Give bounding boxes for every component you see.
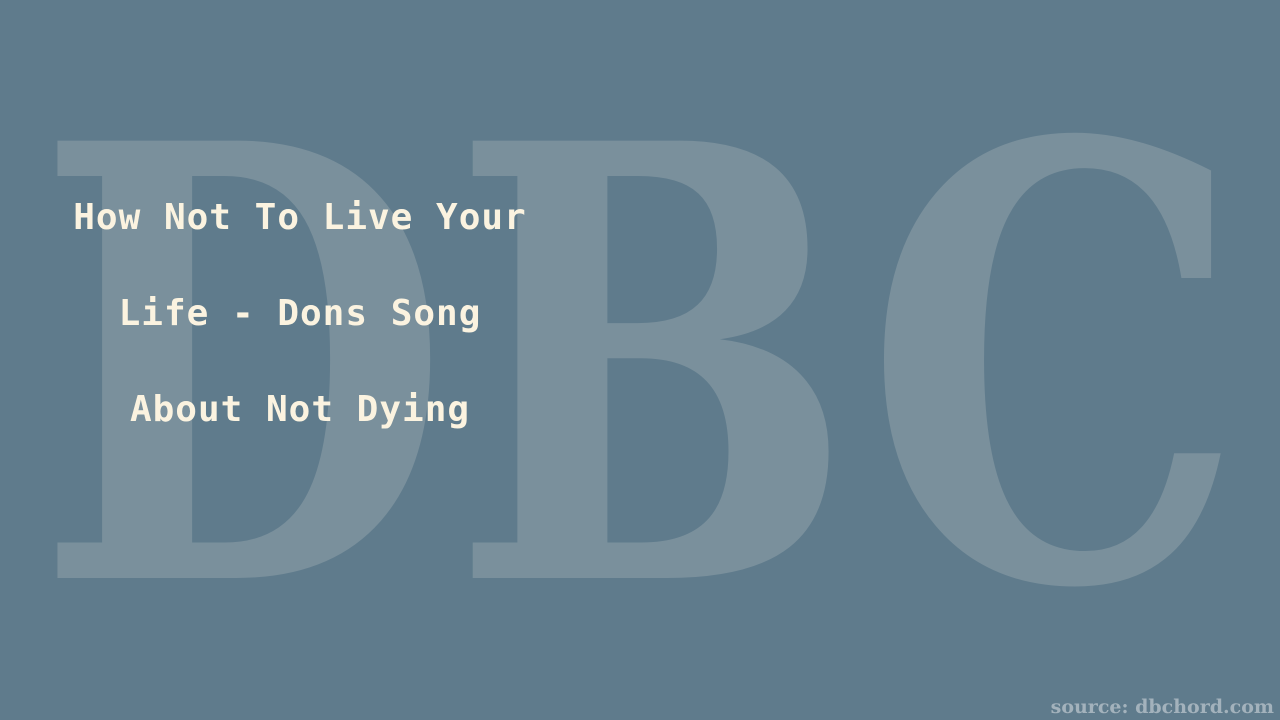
- source-credit: source: dbchord.com: [1050, 696, 1274, 718]
- song-title-line-3: About Not Dying: [129, 389, 471, 430]
- song-title: How Not To Live Your Life - Dons Song Ab…: [40, 170, 560, 458]
- song-title-line-2: Life - Dons Song: [118, 293, 482, 334]
- song-title-line-1: How Not To Live Your: [73, 197, 527, 238]
